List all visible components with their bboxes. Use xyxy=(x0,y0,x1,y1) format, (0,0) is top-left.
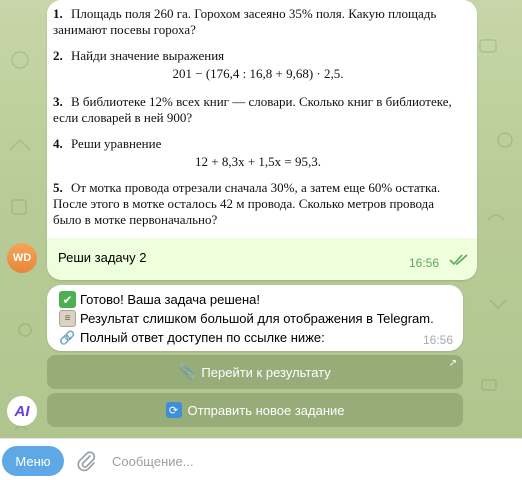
bot-avatar[interactable]: AI xyxy=(7,396,37,426)
message-input[interactable] xyxy=(112,449,502,473)
outgoing-photo-message[interactable]: 1. Площадь поля 260 га. Горохом засеяно 3… xyxy=(47,0,477,280)
task-4: 4. Реши уравнение 12 + 8,3x + 1,5x = 95,3… xyxy=(53,136,463,170)
task-number: 2. xyxy=(53,48,63,63)
task-text: Найди значение выражения xyxy=(71,48,225,63)
external-link-icon: ↗ xyxy=(448,358,457,369)
paperclip-icon: 📎 xyxy=(179,364,196,379)
task-number: 5. xyxy=(53,180,63,195)
user-avatar[interactable]: WD xyxy=(7,243,37,273)
message-composer: Меню xyxy=(0,438,522,480)
message-time: 16:56 xyxy=(408,256,439,270)
message-time: 16:56 xyxy=(422,333,453,347)
task-3: 3. В библиотеке 12% всех книг — словари. … xyxy=(53,94,463,126)
task-equation: 201 − (176,4 : 16,8 + 9,68) · 2,5. xyxy=(172,66,344,81)
refresh-icon: ⟳ xyxy=(165,402,182,418)
message-text: Полный ответ доступен по ссылке ниже: xyxy=(80,330,325,345)
task-2: 2. Найди значение выражения 201 − (176,4 … xyxy=(53,48,463,82)
document-icon: ≡ xyxy=(59,310,76,327)
button-label: Перейти к результату xyxy=(201,364,331,380)
double-check-icon xyxy=(449,254,468,266)
message-line-done: ✔ Готово! Ваша задача решена! xyxy=(59,291,260,308)
check-mark-icon: ✔ xyxy=(59,291,76,308)
task-equation: 12 + 8,3x + 1,5x = 95,3. xyxy=(195,154,321,169)
message-text: Результат слишком большой для отображени… xyxy=(80,311,434,326)
task-text: От мотка провода отрезали сначала 30%, а… xyxy=(53,180,441,227)
message-caption: Реши задачу 2 xyxy=(58,250,147,265)
task-5: 5. От мотка провода отрезали сначала 30%,… xyxy=(53,180,463,228)
task-number: 4. xyxy=(53,136,63,151)
link-icon: 🔗 xyxy=(59,329,76,345)
task-number: 3. xyxy=(53,94,63,109)
message-line-too-large: ≡ Результат слишком большой для отображе… xyxy=(59,310,434,327)
bot-message: ✔ Готово! Ваша задача решена! ≡ Результа… xyxy=(47,285,463,351)
task-text: Площадь поля 260 га. Горохом засеяно 35%… xyxy=(53,6,437,37)
task-text: Реши уравнение xyxy=(71,136,162,151)
button-label: Отправить новое задание xyxy=(187,402,345,418)
task-number: 1. xyxy=(53,6,63,21)
message-line-link: 🔗 Полный ответ доступен по ссылке ниже: xyxy=(59,329,325,346)
send-new-task-button[interactable]: ⟳ Отправить новое задание xyxy=(47,393,463,427)
homework-photo[interactable]: 1. Площадь поля 260 га. Горохом засеяно 3… xyxy=(47,0,477,238)
menu-button[interactable]: Меню xyxy=(2,446,64,476)
task-text: В библиотеке 12% всех книг — словари. Ск… xyxy=(53,94,452,125)
task-1: 1. Площадь поля 260 га. Горохом засеяно 3… xyxy=(53,6,463,38)
open-result-button[interactable]: 📎 Перейти к результату ↗ xyxy=(47,355,463,389)
message-text: Готово! Ваша задача решена! xyxy=(80,292,261,307)
attach-icon[interactable] xyxy=(76,450,96,472)
